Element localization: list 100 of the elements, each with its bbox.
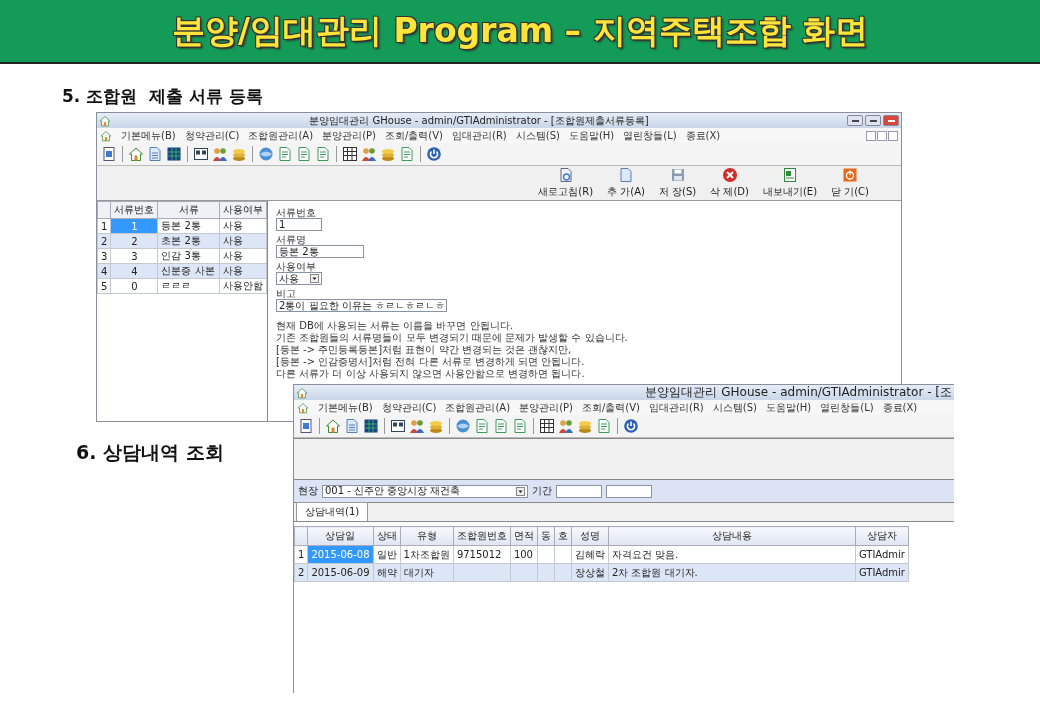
column-header: 상담자 xyxy=(855,526,909,546)
coins-icon[interactable] xyxy=(380,146,396,162)
column-header: 사용여부 xyxy=(219,201,267,219)
table-cell: 사용 xyxy=(219,248,267,264)
menu-item[interactable]: 조합원관리(A) xyxy=(445,400,511,415)
card-icon[interactable] xyxy=(193,146,209,162)
save-button[interactable]: 저 장(S) xyxy=(652,165,703,201)
page-icon[interactable] xyxy=(147,146,163,162)
menu-item[interactable]: 청약관리(C) xyxy=(184,128,240,143)
table-cell xyxy=(554,545,572,564)
export-button[interactable]: 내보내기(E) xyxy=(756,165,824,201)
delete-button[interactable]: 삭 제(D) xyxy=(704,165,755,201)
menu-item[interactable]: 열린창들(L) xyxy=(820,400,874,415)
menu-item[interactable]: 도움말(H) xyxy=(568,128,615,143)
column-header: 면적 xyxy=(510,526,538,546)
home-icon[interactable] xyxy=(100,129,112,142)
coins-icon[interactable] xyxy=(428,418,444,434)
field-label: 서류명 xyxy=(276,234,307,245)
input-field[interactable]: 등본 2통 xyxy=(276,245,364,258)
people-icon[interactable] xyxy=(409,418,425,434)
menu-item[interactable]: 조합원관리(A) xyxy=(248,128,314,143)
column-header: 서류번호 xyxy=(110,201,158,219)
report-icon[interactable] xyxy=(596,418,612,434)
column-header: 성명 xyxy=(571,526,609,546)
menu-item[interactable]: 종료(X) xyxy=(882,400,918,415)
input-field[interactable] xyxy=(606,484,652,498)
menu-item[interactable]: 열린창들(L) xyxy=(623,128,677,143)
close-button[interactable]: 닫 기(C) xyxy=(825,165,875,201)
section-heading: 6. 상담내역 조회 xyxy=(76,440,224,465)
document-icon[interactable] xyxy=(298,418,314,434)
globe-icon[interactable] xyxy=(455,418,471,434)
tab[interactable]: 상담내역(1) xyxy=(296,502,369,521)
coins-icon[interactable] xyxy=(231,146,247,162)
globe-icon[interactable] xyxy=(258,146,274,162)
field-label: 현장 xyxy=(298,484,318,498)
dropdown[interactable]: 사용 xyxy=(276,272,322,285)
table-cell: 사용 xyxy=(219,218,267,234)
report-icon[interactable] xyxy=(512,418,528,434)
home-icon[interactable] xyxy=(128,146,144,162)
table-cell: 인감 3통 xyxy=(157,248,220,264)
report-icon[interactable] xyxy=(399,146,415,162)
menu-item[interactable]: 도움말(H) xyxy=(765,400,812,415)
spreadsheet-icon xyxy=(781,167,798,183)
table-icon[interactable] xyxy=(342,146,358,162)
home-icon[interactable] xyxy=(297,401,309,414)
coins-icon[interactable] xyxy=(577,418,593,434)
refresh-button[interactable]: 새로고침(R) xyxy=(532,165,600,201)
menu-item[interactable]: 임대관리(R) xyxy=(649,400,704,415)
table-cell: 100 xyxy=(510,545,538,564)
menu-item[interactable]: 조회/출력(V) xyxy=(384,128,443,143)
report-icon[interactable] xyxy=(296,146,312,162)
report-icon[interactable] xyxy=(277,146,293,162)
input-field[interactable] xyxy=(556,484,602,498)
column-header: 유형 xyxy=(400,526,454,546)
menu-item[interactable]: 기본메뉴(B) xyxy=(318,400,373,415)
delete-icon xyxy=(721,167,738,183)
add-button[interactable]: 추 가(A) xyxy=(601,165,651,201)
slide-title: 분양/임대관리 Program – 지역주택조합 화면 xyxy=(171,9,869,52)
note-text: [등본 -> 주민등록등본]처럼 표현이 약간 변경되는 것은 괜찮지만, xyxy=(276,344,573,355)
window-title: 분양임대관리 GHouse - admin/GTIAdministrator - [조합원제출서류등록] xyxy=(308,113,650,128)
menu-item[interactable]: 분양관리(P) xyxy=(322,128,376,143)
page-icon[interactable] xyxy=(344,418,360,434)
menu-item[interactable]: 시스템(S) xyxy=(712,400,757,415)
table-cell: 3 xyxy=(97,248,111,264)
table-cell: 3 xyxy=(110,248,158,264)
menu-item[interactable]: 임대관리(R) xyxy=(452,128,507,143)
document-icon[interactable] xyxy=(101,146,117,162)
card-icon[interactable] xyxy=(390,418,406,434)
grid-icon[interactable] xyxy=(166,146,182,162)
home-icon[interactable] xyxy=(325,418,341,434)
column-header: 조합원번호 xyxy=(453,526,511,546)
table-icon[interactable] xyxy=(539,418,555,434)
table-cell: ㄹㄹㄹ xyxy=(157,278,220,294)
report-icon[interactable] xyxy=(493,418,509,434)
menu-item[interactable]: 종료(X) xyxy=(685,128,721,143)
menu-item[interactable]: 시스템(S) xyxy=(515,128,560,143)
field-label: 비고 xyxy=(276,288,297,299)
window-title: 분양임대관리 GHouse - admin/GTIAdministrator - [조 xyxy=(644,385,952,401)
power-icon[interactable] xyxy=(623,418,639,434)
dropdown[interactable]: 001 - 신주안 중앙시장 재건축 xyxy=(322,484,528,498)
people-icon[interactable] xyxy=(361,146,377,162)
input-field[interactable]: 2통이 필요한 이유는 ㅎㄹㄴㅎㄹㄴㅎ xyxy=(276,299,447,312)
report-icon[interactable] xyxy=(474,418,490,434)
report-icon[interactable] xyxy=(315,146,331,162)
column-header: 상태 xyxy=(373,526,400,546)
note-text: 다른 서류가 더 이상 사용되지 않으면 사용안함으로 변경하면 됩니다. xyxy=(276,368,586,379)
people-icon[interactable] xyxy=(212,146,228,162)
note-text: 기존 조합원들의 서류명들이 모두 변경되기 때문에 문제가 발생할 수 있습니다. xyxy=(276,332,629,343)
menu-item[interactable]: 분양관리(P) xyxy=(519,400,573,415)
people-icon[interactable] xyxy=(558,418,574,434)
menu-item[interactable]: 기본메뉴(B) xyxy=(121,128,176,143)
menu-item[interactable]: 청약관리(C) xyxy=(381,400,437,415)
table-cell: GTIAdmir xyxy=(855,545,909,564)
power-icon[interactable] xyxy=(426,146,442,162)
field-label: 사용여부 xyxy=(276,261,317,272)
table-cell: 1차조합원 xyxy=(400,545,454,564)
menu-item[interactable]: 조회/출력(V) xyxy=(581,400,640,415)
table-cell xyxy=(537,545,555,564)
input-field[interactable]: 1 xyxy=(276,218,322,231)
grid-icon[interactable] xyxy=(363,418,379,434)
